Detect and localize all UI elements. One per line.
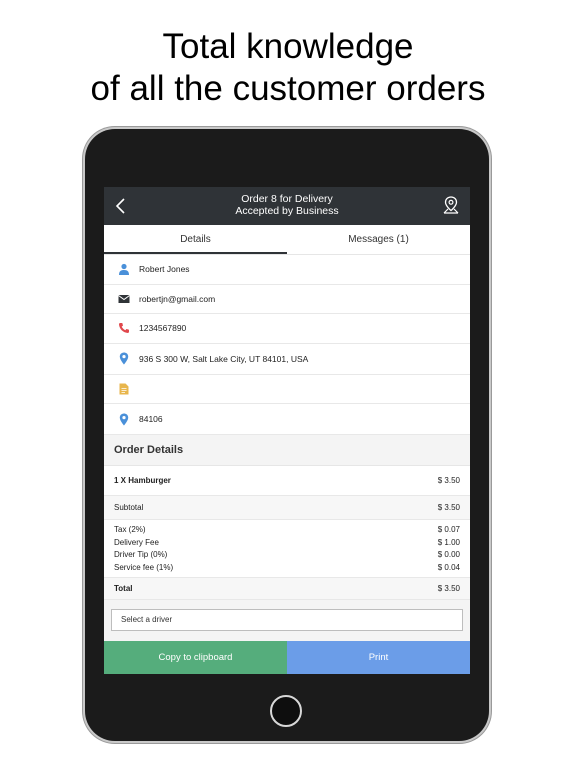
total-row: Total $ 3.50: [104, 578, 470, 600]
customer-email[interactable]: robertjn@gmail.com: [139, 294, 215, 304]
total-label: Total: [114, 584, 133, 593]
person-icon: [118, 263, 130, 276]
customer-name: Robert Jones: [139, 264, 190, 275]
customer-phone-row: 1234567890: [104, 314, 470, 344]
order-item-row: 1 X Hamburger $ 3.50: [104, 466, 470, 496]
headline-line-2: of all the customer orders: [90, 69, 486, 108]
location-pin-icon: [118, 413, 130, 425]
customer-address-row: 936 S 300 W, Salt Lake City, UT 84101, U…: [104, 343, 470, 375]
order-status: Accepted by Business: [235, 205, 339, 217]
order-details-heading: Order Details: [104, 435, 470, 466]
tab-details[interactable]: Details: [104, 225, 287, 254]
zip-row: 84106: [104, 404, 470, 435]
customer-address: 936 S 300 W, Salt Lake City, UT 84101, U…: [139, 353, 309, 364]
fee-row-driver-tip: Driver Tip (0%) $ 0.00: [114, 549, 460, 562]
fee-label: Tax (2%): [114, 525, 146, 534]
fee-amount: $ 1.00: [437, 537, 460, 547]
customer-phone[interactable]: 1234567890: [139, 323, 186, 333]
note-icon: [118, 383, 130, 395]
map-pin-icon[interactable]: [442, 195, 460, 215]
navbar: Order 8 for Delivery Accepted by Busines…: [104, 187, 470, 225]
fee-amount: $ 0.07: [437, 525, 460, 534]
envelope-icon: [118, 293, 130, 305]
order-item-label: 1 X Hamburger: [114, 476, 171, 485]
order-title: Order 8 for Delivery Accepted by Busines…: [164, 193, 410, 217]
tab-messages[interactable]: Messages (1): [287, 225, 470, 254]
zip-code: 84106: [139, 414, 163, 424]
copy-to-clipboard-button[interactable]: Copy to clipboard: [104, 641, 287, 674]
order-title-line-1: Order 8 for Delivery: [241, 193, 333, 205]
fee-label: Delivery Fee: [114, 537, 159, 547]
app-screen: Order 8 for Delivery Accepted by Busines…: [104, 187, 470, 674]
fee-row-delivery: Delivery Fee $ 1.00: [114, 537, 460, 550]
fee-label: Driver Tip (0%): [114, 550, 168, 559]
fees-list: Tax (2%) $ 0.07 Delivery Fee $ 1.00 Driv…: [104, 520, 470, 578]
subtotal-row: Subtotal $ 3.50: [104, 496, 470, 520]
total-amount: $ 3.50: [437, 584, 460, 593]
fee-amount: $ 0.00: [437, 550, 460, 559]
headline-line-1: Total knowledge: [162, 27, 414, 66]
action-bar: Copy to clipboard Print: [104, 641, 470, 674]
subtotal-amount: $ 3.50: [437, 503, 460, 512]
driver-select-wrapper: Select a driver: [104, 600, 470, 639]
home-button: [270, 695, 302, 727]
subtotal-label: Subtotal: [114, 503, 144, 512]
chevron-left-icon[interactable]: [114, 196, 128, 216]
print-button[interactable]: Print: [287, 641, 470, 674]
fee-label: Service fee (1%): [114, 562, 174, 572]
select-driver-dropdown[interactable]: Select a driver: [111, 609, 463, 631]
customer-name-row: Robert Jones: [104, 255, 470, 285]
customer-email-row: robertjn@gmail.com: [104, 284, 470, 314]
fee-amount: $ 0.04: [437, 562, 460, 572]
phone-icon: [118, 322, 130, 334]
fee-row-tax: Tax (2%) $ 0.07: [114, 524, 460, 537]
order-note-row: [104, 374, 470, 404]
location-pin-icon: [118, 352, 130, 365]
tab-bar: Details Messages (1): [104, 225, 470, 255]
order-item-amount: $ 3.50: [437, 476, 460, 485]
fee-row-service: Service fee (1%) $ 0.04: [114, 562, 460, 575]
marketing-headline: Total knowledge of all the customer orde…: [0, 26, 576, 110]
